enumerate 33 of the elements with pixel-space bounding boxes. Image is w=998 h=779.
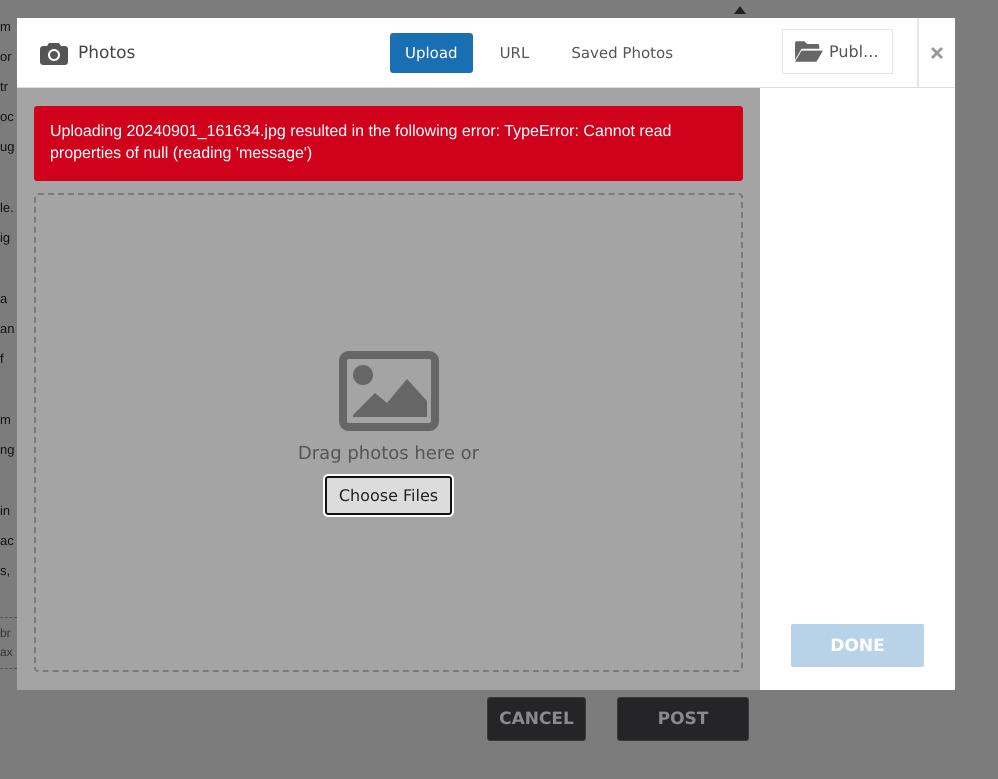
- drop-zone[interactable]: Drag photos here or Choose Files: [34, 193, 743, 672]
- text-fragment: m: [0, 18, 11, 36]
- error-message: Uploading 20240901_161634.jpg resulted in the following error: TypeError: Cannot read properties of null (reading 'message'): [34, 106, 743, 181]
- text-fragment: le.: [0, 199, 14, 217]
- text-fragment: m: [0, 411, 11, 429]
- cancel-button[interactable]: CANCEL: [487, 697, 586, 741]
- post-button[interactable]: POST: [617, 697, 749, 741]
- choose-files-button[interactable]: Choose Files: [324, 476, 452, 514]
- tab[interactable]: Saved Photos: [556, 32, 688, 72]
- text-fragment: or: [0, 48, 12, 66]
- text-fragment: ug: [0, 138, 14, 156]
- text-fragment: oc: [0, 108, 14, 126]
- tab[interactable]: Upload: [390, 32, 473, 72]
- image-icon: [338, 350, 438, 430]
- tab[interactable]: URL: [484, 32, 544, 72]
- text-fragment: ax: [0, 644, 13, 661]
- caret-icon: [734, 6, 746, 14]
- text-fragment: ac: [0, 532, 14, 550]
- text-fragment: ng: [0, 441, 14, 459]
- text-fragment: s,: [0, 562, 10, 580]
- album-button[interactable]: Publ...: [782, 29, 893, 74]
- close-button[interactable]: [929, 44, 945, 60]
- text-fragment: a: [0, 290, 8, 308]
- text-fragment: f: [0, 350, 4, 368]
- folder-icon: [795, 41, 823, 62]
- text-fragment: ig: [0, 229, 10, 247]
- dialog-title: Photos: [78, 42, 136, 62]
- text-fragment: an: [0, 320, 14, 338]
- text-fragment: tr: [0, 78, 8, 96]
- camera-icon: [40, 40, 68, 64]
- text-fragment: in: [0, 502, 10, 520]
- text-fragment: br: [0, 625, 11, 642]
- drop-prompt: Drag photos here or: [298, 442, 480, 464]
